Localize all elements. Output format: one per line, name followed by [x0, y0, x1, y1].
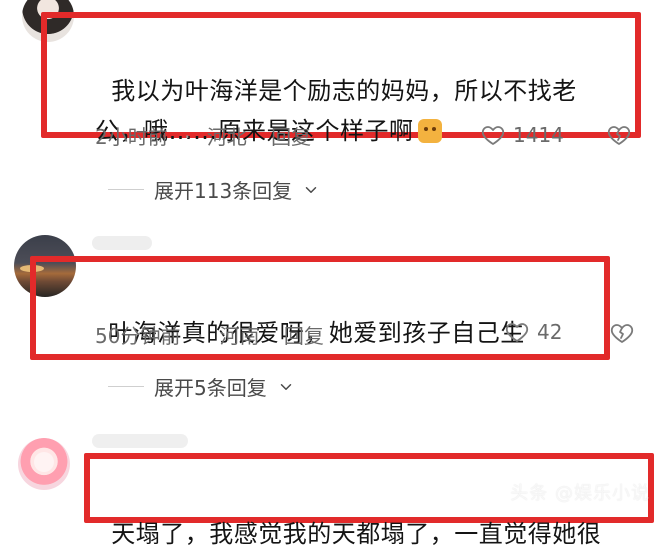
username[interactable]	[92, 434, 188, 448]
avatar-face	[34, 452, 54, 472]
chevron-down-icon	[302, 181, 320, 199]
like-count: 1414	[513, 123, 564, 147]
like-button[interactable]: 1414	[481, 123, 564, 147]
username[interactable]	[92, 236, 152, 250]
comment-meta: 2小时前 · 河北 回复	[95, 121, 311, 150]
comment-time: 50分钟前	[95, 324, 181, 348]
comment-meta: 50分钟前 · 河南 回复	[95, 320, 324, 349]
like-button[interactable]: 42	[505, 320, 562, 344]
chevron-down-icon	[277, 378, 295, 396]
expand-label: 展开5条回复	[154, 376, 267, 400]
broken-heart-icon	[610, 324, 634, 343]
heart-icon	[481, 123, 505, 147]
divider-line	[108, 189, 144, 190]
like-count: 42	[537, 320, 563, 344]
comment-location: 河北	[206, 125, 247, 149]
meta-separator: ·	[184, 125, 191, 149]
dislike-button[interactable]	[607, 123, 631, 147]
expand-replies-button[interactable]: 展开5条回复	[108, 372, 295, 401]
heart-icon	[505, 320, 529, 344]
broken-heart-icon	[607, 126, 631, 145]
comment-time: 2小时前	[95, 125, 168, 149]
dislike-button[interactable]	[610, 321, 634, 345]
cat-face-icon	[417, 119, 442, 143]
avatar[interactable]	[18, 438, 70, 490]
expand-label: 展开113条回复	[154, 179, 293, 203]
expand-replies-button[interactable]: 展开113条回复	[108, 175, 320, 204]
meta-separator: ·	[196, 324, 204, 348]
divider-line	[108, 386, 144, 387]
reply-button[interactable]: 回复	[284, 324, 324, 348]
comment-body: 天塌了，我感觉我的天都塌了，一直觉得她很	[111, 520, 602, 548]
reply-button[interactable]: 回复	[271, 125, 311, 149]
comment-location: 河南	[219, 324, 260, 348]
watermark: 头条 @娱乐小说	[510, 483, 650, 504]
